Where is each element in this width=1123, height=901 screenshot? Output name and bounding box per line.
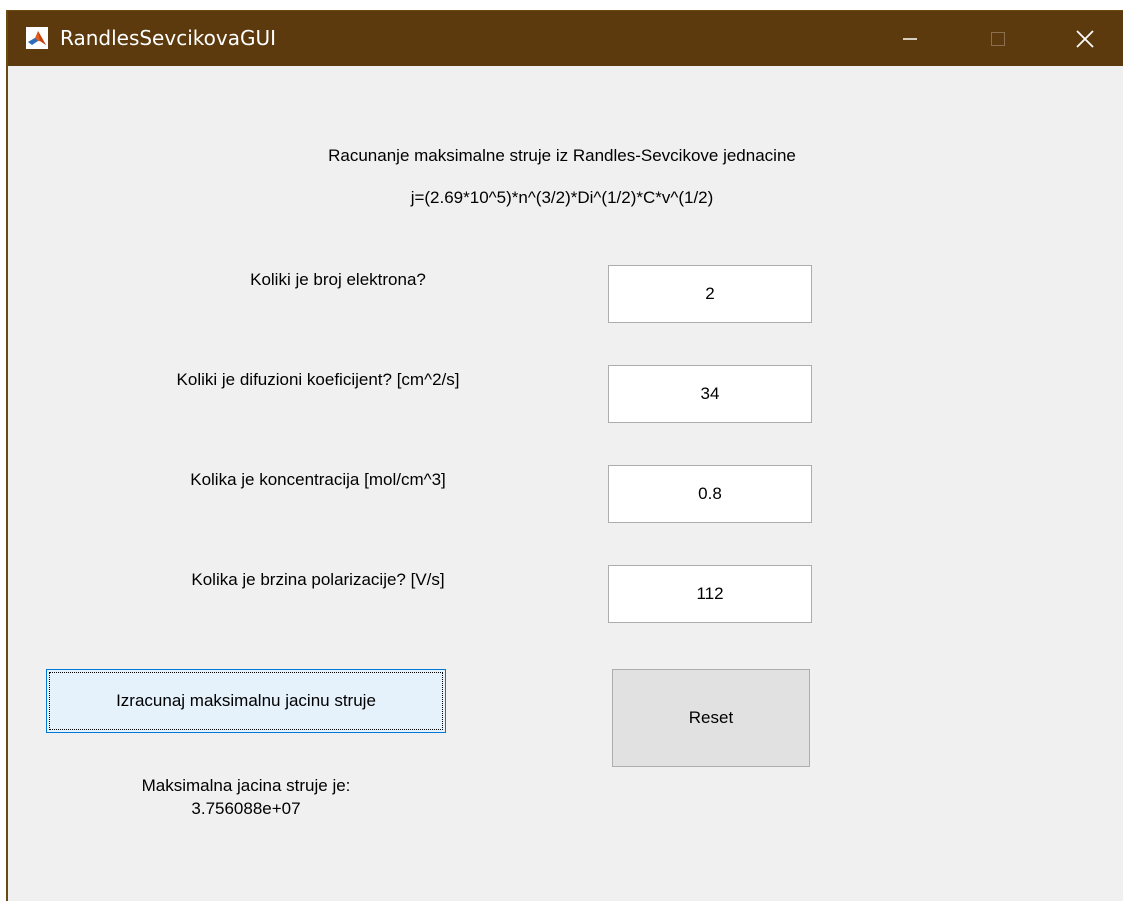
maximize-icon: [991, 31, 1005, 46]
concentration-value: 0.8: [698, 484, 722, 503]
concentration-input[interactable]: 0.8: [608, 465, 812, 523]
formula-text: j=(2.69*10^5)*n^(3/2)*Di^(1/2)*C*v^(1/2): [410, 188, 714, 207]
diffusion-coefficient-input[interactable]: 34: [608, 365, 812, 423]
calculate-button[interactable]: Izracunaj maksimalnu jacinu struje: [46, 669, 446, 733]
app-window: RandlesSevcikovaGUI Racunanje maksimalne…: [6, 10, 1123, 901]
matlab-icon: [26, 27, 48, 49]
result-label: Maksimalna jacina struje je:: [141, 776, 351, 795]
reset-button[interactable]: Reset: [612, 669, 810, 767]
diffusion-coefficient-value: 34: [700, 384, 720, 403]
close-button[interactable]: [1055, 11, 1115, 66]
minimize-icon: [903, 37, 917, 40]
electron-count-value: 2: [705, 284, 715, 303]
reset-button-label: Reset: [688, 708, 734, 727]
header-title: Racunanje maksimalne struje iz Randles-S…: [328, 146, 796, 165]
polarization-rate-label: Kolika je brzina polarizacije? [V/s]: [191, 570, 445, 589]
title-bar[interactable]: RandlesSevcikovaGUI: [8, 11, 1123, 66]
result-value: 3.756088e+07: [191, 799, 301, 818]
maximize-button[interactable]: [968, 11, 1028, 66]
minimize-button[interactable]: [880, 11, 940, 66]
polarization-rate-value: 112: [696, 584, 724, 603]
focus-ring: [49, 672, 443, 730]
electron-count-input[interactable]: 2: [608, 265, 812, 323]
electron-count-label: Koliki je broj elektrona?: [250, 270, 426, 289]
diffusion-coefficient-label: Koliki je difuzioni koeficijent? [cm^2/s…: [176, 370, 460, 389]
close-icon: [1076, 29, 1094, 48]
polarization-rate-input[interactable]: 112: [608, 565, 812, 623]
concentration-label: Kolika je koncentracija [mol/cm^3]: [190, 470, 446, 489]
window-title: RandlesSevcikovaGUI: [60, 26, 276, 50]
